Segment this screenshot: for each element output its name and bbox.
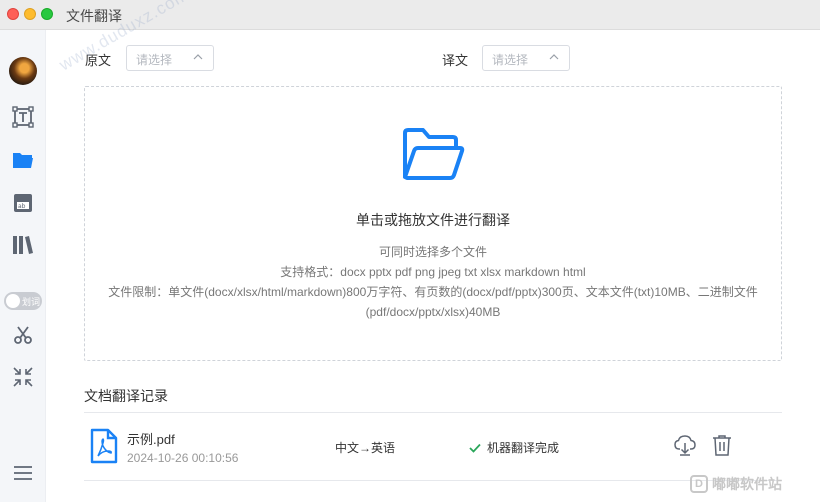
record-status: 机器翻译完成 — [469, 439, 559, 456]
file-drop-zone[interactable]: 单击或拖放文件进行翻译 可同时选择多个文件 支持格式：docx pptx pdf… — [84, 86, 782, 361]
divider — [84, 412, 782, 413]
close-window-button[interactable] — [7, 8, 19, 20]
drop-zone-limits-continued: (pdf/docx/pptx/xlsx)40MB — [365, 305, 501, 319]
text-box-icon — [12, 106, 34, 128]
chevron-up-icon — [193, 54, 203, 60]
books-icon — [13, 236, 33, 254]
drop-zone-limits: 文件限制：单文件(docx/xlsx/html/markdown)800万字符、… — [108, 285, 758, 299]
record-language-direction: 中文→英语 — [335, 441, 396, 455]
app-window: 文件翻译 ab 划词 原文 请选择 译文 请选择 单击或拖放文件进行翻译 可同时… — [0, 0, 820, 502]
sidebar-item-text-translate[interactable] — [8, 102, 38, 132]
source-language-select[interactable]: 请选择 — [126, 45, 214, 71]
drop-zone-formats: 支持格式：docx pptx pdf png jpeg txt xlsx mar… — [280, 265, 586, 279]
brand-name: 嘟嘟软件站 — [712, 476, 782, 492]
target-language-select[interactable]: 请选择 — [482, 45, 570, 71]
maximize-window-button[interactable] — [41, 8, 53, 20]
target-language-label: 译文 — [442, 53, 469, 68]
shrink-arrows-icon — [13, 367, 33, 387]
hamburger-menu-icon — [14, 466, 32, 480]
sidebar-item-image-translate[interactable]: ab — [8, 188, 38, 218]
svg-text:ab: ab — [18, 203, 26, 210]
check-icon — [469, 443, 481, 453]
record-status-text: 机器翻译完成 — [487, 441, 560, 455]
scissors-icon — [14, 326, 32, 344]
source-language-placeholder: 请选择 — [136, 53, 173, 67]
word-select-toggle[interactable]: 划词 — [4, 292, 42, 310]
trash-icon[interactable] — [712, 434, 732, 456]
sidebar-item-library[interactable] — [8, 230, 38, 260]
records-section-title: 文档翻译记录 — [84, 388, 168, 404]
user-avatar[interactable] — [9, 57, 37, 85]
drop-zone-title: 单击或拖放文件进行翻译 — [356, 212, 510, 228]
chevron-up-icon — [549, 54, 559, 60]
folder-icon — [13, 153, 33, 168]
window-title: 文件翻译 — [66, 8, 122, 24]
record-file-name: 示例.pdf — [127, 432, 175, 447]
download-icon[interactable] — [674, 434, 696, 456]
divider — [84, 480, 782, 481]
sidebar-item-screenshot[interactable] — [8, 320, 38, 350]
sidebar-item-collapse[interactable] — [8, 362, 38, 392]
toggle-label: 划词 — [22, 296, 41, 307]
sidebar-item-menu[interactable] — [8, 458, 38, 488]
sidebar-item-file-translate[interactable] — [8, 145, 38, 175]
brand-logo-icon: D — [690, 475, 708, 493]
pdf-file-icon — [90, 428, 118, 464]
open-folder-icon — [403, 128, 465, 180]
target-language-placeholder: 请选择 — [492, 53, 529, 67]
main-panel: 原文 请选择 译文 请选择 单击或拖放文件进行翻译 可同时选择多个文件 支持格式… — [46, 30, 820, 502]
record-row[interactable]: 示例.pdf 2024-10-26 00:10:56 中文→英语 机器翻译完成 — [84, 422, 782, 480]
record-timestamp: 2024-10-26 00:10:56 — [127, 451, 239, 465]
brand-watermark: D 嘟嘟软件站 — [690, 474, 782, 494]
ab-image-icon: ab — [14, 194, 32, 212]
toggle-knob — [6, 294, 20, 308]
sidebar: ab 划词 — [0, 30, 46, 502]
drop-zone-multi-file-hint: 可同时选择多个文件 — [378, 245, 487, 259]
minimize-window-button[interactable] — [24, 8, 36, 20]
